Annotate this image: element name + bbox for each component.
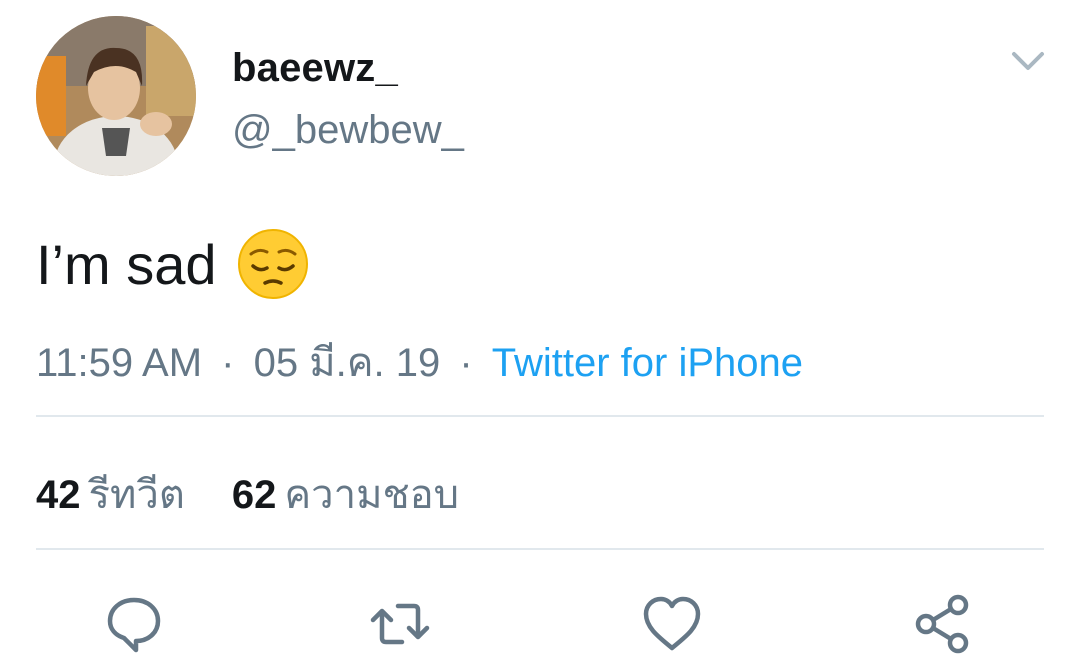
meta-separator: · bbox=[221, 341, 235, 385]
tweet-stats: 42 รีทวีต 62 ความชอบ bbox=[36, 462, 459, 526]
pensive-face-emoji-icon bbox=[237, 228, 309, 300]
action-bar bbox=[0, 592, 1068, 656]
divider bbox=[36, 548, 1044, 550]
tweet-date: 05 มี.ค. 19 bbox=[253, 341, 441, 385]
tweet-time: 11:59 AM bbox=[36, 341, 203, 385]
retweets-count: 42 bbox=[36, 473, 81, 517]
display-name[interactable]: baeewz_ bbox=[232, 46, 398, 91]
tweet-source-link[interactable]: Twitter for iPhone bbox=[492, 341, 803, 385]
like-icon[interactable] bbox=[640, 592, 704, 656]
avatar-photo bbox=[36, 16, 196, 176]
reply-icon[interactable] bbox=[102, 592, 166, 656]
avatar[interactable] bbox=[36, 16, 196, 176]
user-handle[interactable]: @_bewbew_ bbox=[232, 108, 464, 153]
retweet-icon[interactable] bbox=[368, 592, 432, 656]
tweet-text: I’m sad bbox=[36, 228, 309, 300]
likes-stat[interactable]: 62 ความชอบ bbox=[232, 462, 459, 526]
chevron-down-icon[interactable] bbox=[1008, 46, 1048, 76]
divider bbox=[36, 415, 1044, 417]
tweet-meta: 11:59 AM · 05 มี.ค. 19 · Twitter for iPh… bbox=[36, 330, 803, 394]
retweets-stat[interactable]: 42 รีทวีต bbox=[36, 462, 185, 526]
tweet-card: baeewz_ @_bewbew_ I’m sad 11:59 AM · 05 … bbox=[0, 0, 1068, 664]
tweet-body: I’m sad bbox=[36, 232, 217, 296]
share-icon[interactable] bbox=[910, 592, 974, 656]
likes-count: 62 bbox=[231, 473, 277, 517]
likes-label: ความชอบ bbox=[284, 473, 460, 517]
meta-separator: · bbox=[459, 341, 473, 385]
retweets-label: รีทวีต bbox=[88, 473, 185, 517]
